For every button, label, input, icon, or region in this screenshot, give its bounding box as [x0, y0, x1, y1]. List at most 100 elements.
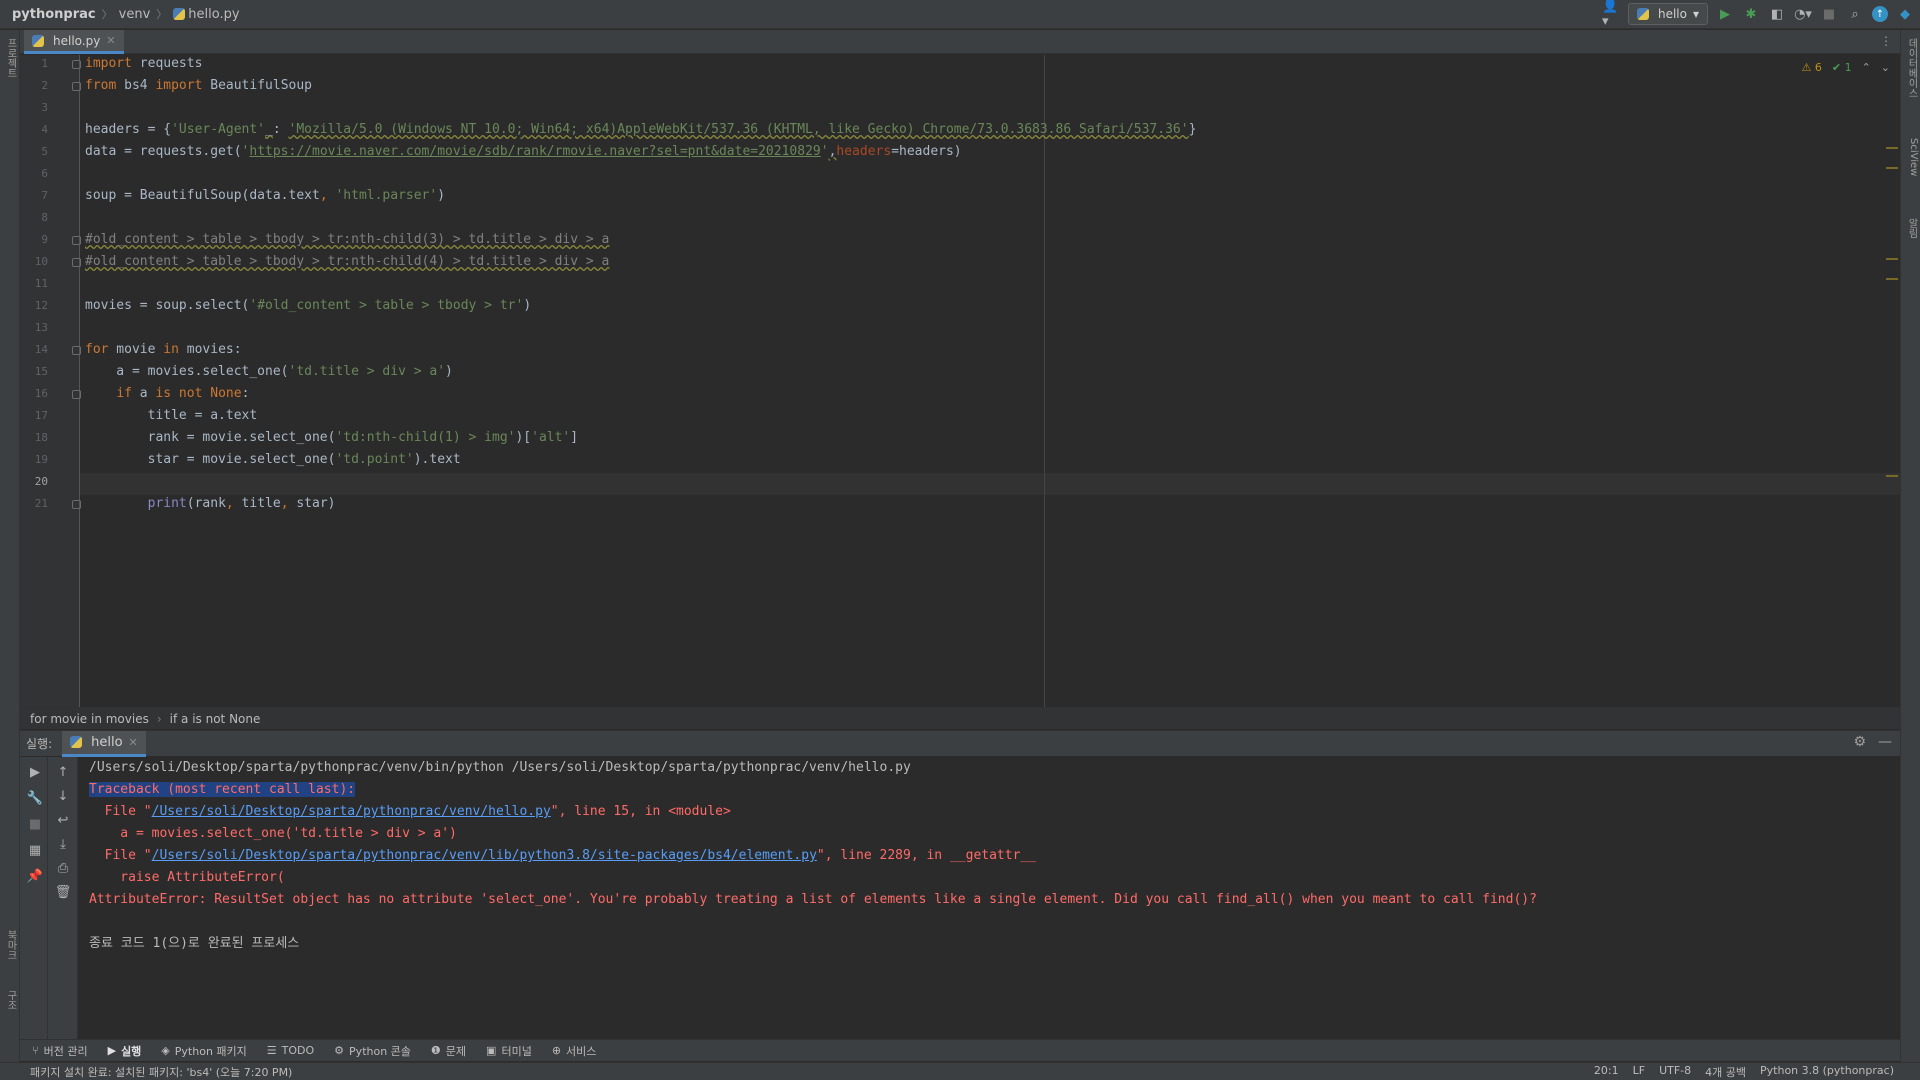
code-line[interactable]: star = movie.select_one('td.point').text — [85, 449, 461, 471]
breadcrumb-project[interactable]: pythonprac — [12, 7, 96, 22]
caret-position[interactable]: 20:1 — [1594, 1064, 1619, 1080]
line-number[interactable]: 5 — [20, 145, 48, 158]
code-line[interactable]: if a is not None: — [85, 383, 249, 405]
coverage-icon[interactable]: ◧ — [1768, 5, 1786, 23]
line-number[interactable]: 9 — [20, 233, 48, 246]
line-number[interactable]: 8 — [20, 211, 48, 224]
line-number[interactable]: 2 — [20, 79, 48, 92]
line-number[interactable]: 16 — [20, 387, 48, 400]
pin-icon[interactable]: 📌 — [26, 867, 44, 885]
update-icon[interactable]: ↑ — [1872, 6, 1888, 22]
code-line[interactable]: headers = {'User-Agent'_: 'Mozilla/5.0 (… — [85, 119, 1196, 141]
scroll-to-end-icon[interactable]: ⤓ — [54, 835, 72, 853]
soft-wrap-icon[interactable]: ↩ — [54, 811, 72, 829]
line-separator[interactable]: LF — [1633, 1064, 1645, 1080]
code-line[interactable]: #old_content > table > tbody > tr:nth-ch… — [85, 229, 609, 251]
tool-button-todo[interactable]: ☰ TODO — [267, 1044, 314, 1057]
run-config-selector[interactable]: hello ▾ — [1627, 3, 1708, 25]
tool-button-python-console[interactable]: ⚙ Python 콘솔 — [334, 1043, 411, 1059]
fold-marker-icon[interactable] — [72, 258, 81, 267]
code-line[interactable]: a = movies.select_one('td.title > div > … — [85, 361, 453, 383]
run-icon[interactable]: ▶ — [1716, 5, 1734, 23]
debug-icon[interactable]: ✱ — [1742, 5, 1760, 23]
tab-hello-py[interactable]: hello.py ✕ — [24, 30, 124, 54]
fold-marker-icon[interactable] — [72, 390, 81, 399]
stop-icon[interactable]: ■ — [1820, 5, 1838, 23]
fold-marker-icon[interactable] — [72, 346, 81, 355]
tool-button-run[interactable]: ▶ 실행 — [108, 1043, 142, 1059]
line-number[interactable]: 12 — [20, 299, 48, 312]
line-number[interactable]: 3 — [20, 101, 48, 114]
fold-marker-icon[interactable] — [72, 500, 81, 509]
inspection-widget[interactable]: ⚠ 6 ✔ 1 ⌃ ⌄ — [1801, 61, 1890, 74]
line-number[interactable]: 19 — [20, 453, 48, 466]
error-stripe-mark[interactable] — [1886, 258, 1898, 260]
chevron-up-icon[interactable]: ⌃ — [1862, 61, 1871, 74]
tool-button-package[interactable]: ◈ Python 패키지 — [161, 1043, 246, 1059]
layout-icon[interactable]: ▦ — [26, 841, 44, 859]
code-editor[interactable]: 1 2 3 4 5 6 7 8 9 10 11 12 13 14 15 16 17 18 19 20 21 import… — [20, 55, 1900, 707]
line-number[interactable]: 14 — [20, 343, 48, 356]
code-line[interactable]: print(rank, title, star) — [85, 493, 336, 515]
run-tab-hello[interactable]: hello ✕ — [62, 730, 146, 757]
line-number[interactable]: 10 — [20, 255, 48, 268]
user-icon[interactable]: 👤▾ — [1602, 0, 1620, 29]
code-line[interactable]: soup = BeautifulSoup(data.text, 'html.pa… — [85, 185, 445, 207]
arrow-down-icon[interactable]: ↓ — [54, 787, 72, 805]
more-vertical-icon[interactable]: ⋮ — [1880, 34, 1892, 48]
fold-marker-icon[interactable] — [72, 60, 81, 69]
print-icon[interactable]: ⎙ — [54, 859, 72, 877]
line-number[interactable]: 7 — [20, 189, 48, 202]
line-number[interactable]: 21 — [20, 497, 48, 510]
tool-button-terminal[interactable]: ▣ 터미널 — [486, 1043, 532, 1059]
minimize-icon[interactable]: — — [1878, 734, 1892, 750]
warning-count[interactable]: ⚠ 6 — [1801, 61, 1821, 74]
code-line[interactable]: movies = soup.select('#old_content > tab… — [85, 295, 531, 317]
trash-icon[interactable]: 🗑 — [54, 883, 72, 901]
close-icon[interactable]: ✕ — [106, 34, 115, 47]
chevron-down-icon[interactable]: ⌄ — [1881, 61, 1890, 74]
bookmarks-tool-button[interactable]: 북마크 — [2, 930, 18, 960]
indent-setting[interactable]: 4개 공백 — [1705, 1064, 1746, 1080]
stop-icon[interactable]: ■ — [26, 815, 44, 833]
database-tool-button[interactable]: 데이터베이스 — [1903, 38, 1919, 98]
close-icon[interactable]: ✕ — [129, 736, 138, 749]
code-line[interactable]: #old_content > table > tbody > tr:nth-ch… — [85, 251, 609, 273]
line-number[interactable]: 1 — [20, 57, 48, 70]
line-number[interactable]: 15 — [20, 365, 48, 378]
rerun-icon[interactable]: ▶ — [26, 763, 44, 781]
code-line[interactable]: title = a.text — [85, 405, 258, 427]
line-number[interactable]: 11 — [20, 277, 48, 290]
ok-count[interactable]: ✔ 1 — [1832, 61, 1852, 74]
error-stripe-mark[interactable] — [1886, 278, 1898, 280]
code-line[interactable]: import requests — [85, 55, 202, 75]
search-icon[interactable]: ⌕ — [1846, 5, 1864, 23]
profile-icon[interactable]: ◔▾ — [1794, 5, 1812, 23]
breadcrumb-file[interactable]: hello.py — [173, 7, 240, 22]
wrench-icon[interactable]: 🔧 — [26, 789, 44, 807]
tool-button-branch[interactable]: ⑂ 버전 관리 — [32, 1043, 88, 1059]
breadcrumb-scope-for[interactable]: for movie in movies — [30, 712, 149, 726]
tool-button-problems[interactable]: ❶ 문제 — [431, 1043, 466, 1059]
fold-marker-icon[interactable] — [72, 82, 81, 91]
breadcrumb-scope-if[interactable]: if a is not None — [170, 712, 261, 726]
project-tool-button[interactable]: 프로젝트 — [2, 38, 18, 78]
gear-icon[interactable]: ⚙ — [1853, 734, 1866, 750]
code-line[interactable]: from bs4 import BeautifulSoup — [85, 75, 312, 97]
line-number[interactable]: 20 — [20, 475, 48, 488]
interpreter-selector[interactable]: Python 3.8 (pythonprac) — [1760, 1064, 1894, 1080]
status-message[interactable]: 패키지 설치 완료: 설치된 패키지: 'bs4' (오늘 7:20 PM) — [0, 1064, 292, 1080]
code-line[interactable]: rank = movie.select_one('td:nth-child(1)… — [85, 427, 578, 449]
error-stripe-mark[interactable] — [1886, 167, 1898, 169]
arrow-up-icon[interactable]: ↑ — [54, 763, 72, 781]
error-stripe-mark[interactable] — [1886, 475, 1898, 477]
line-number[interactable]: 4 — [20, 123, 48, 136]
line-number[interactable]: 17 — [20, 409, 48, 422]
code-line[interactable]: data = requests.get('https://movie.naver… — [85, 141, 962, 163]
sciview-tool-button[interactable]: SciView — [1903, 138, 1919, 176]
fold-marker-icon[interactable] — [72, 236, 81, 245]
file-encoding[interactable]: UTF-8 — [1659, 1064, 1691, 1080]
code-line[interactable]: for movie in movies: — [85, 339, 242, 361]
line-number[interactable]: 13 — [20, 321, 48, 334]
error-stripe-mark[interactable] — [1886, 147, 1898, 149]
